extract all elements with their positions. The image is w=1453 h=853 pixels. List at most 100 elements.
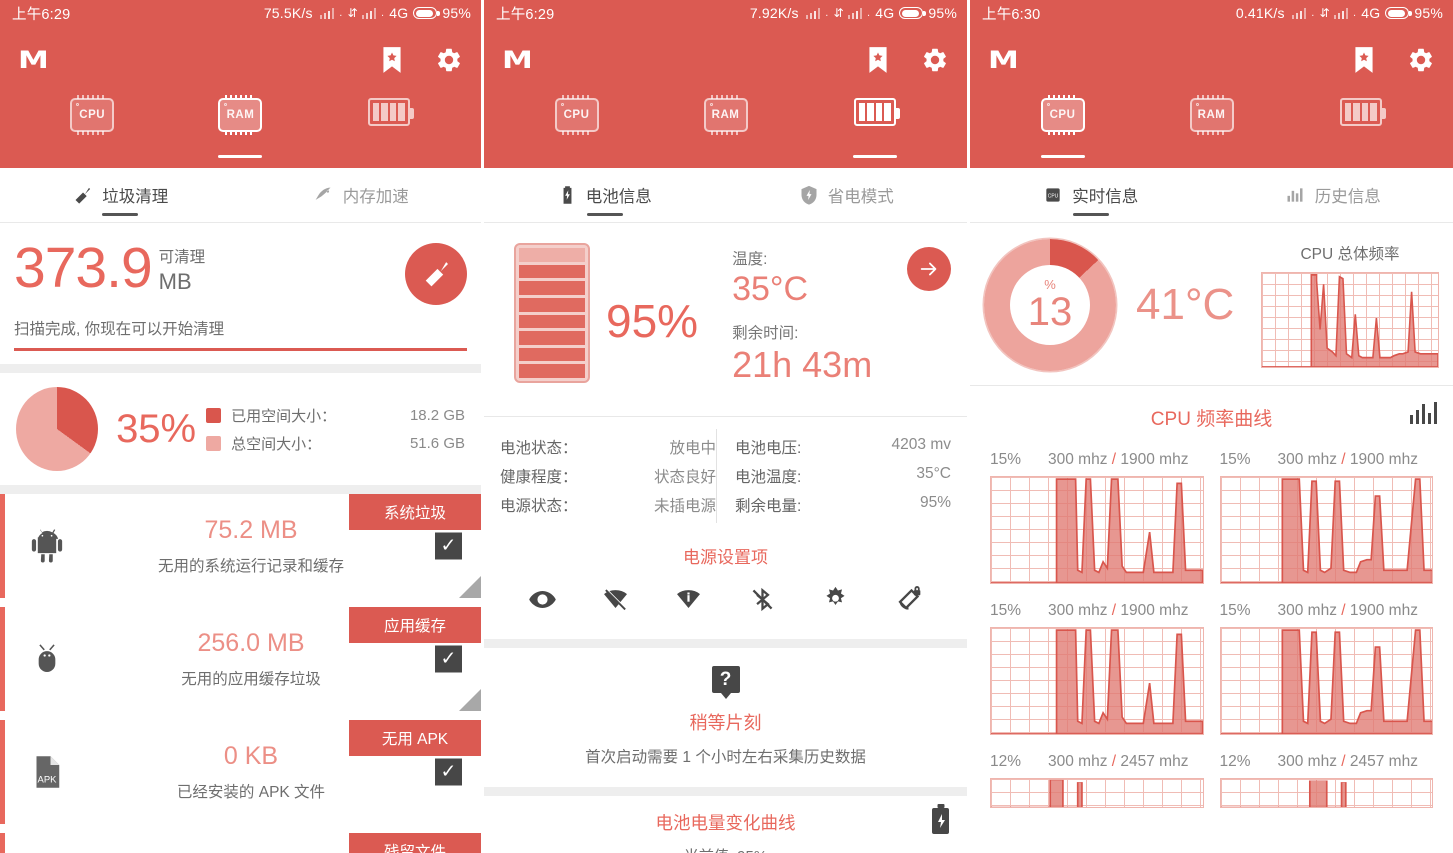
- status-network-speed: 75.5K/s: [263, 5, 313, 21]
- list-item[interactable]: 256.0 MB 无用的应用缓存垃圾 应用缓存 ✓: [0, 607, 481, 711]
- gear-icon[interactable]: [435, 46, 463, 74]
- arrow-right-icon: [920, 262, 937, 276]
- cpu-chip-icon: CPU: [1046, 188, 1060, 202]
- junk-size: 0 KB: [223, 742, 279, 770]
- list-item[interactable]: 75.2 MB 无用的系统运行记录和缓存 系统垃圾 ✓: [0, 494, 481, 598]
- expand-corner-icon[interactable]: [459, 689, 481, 711]
- signal-bars-2-icon: [361, 7, 377, 19]
- status-bar: 上午6:30 0.41K/s . ⇵ . 4G 95%: [970, 0, 1453, 26]
- wifi-info-icon[interactable]: [674, 585, 703, 619]
- tab-memory-boost[interactable]: 内存加速: [241, 168, 482, 222]
- power-settings-row: [484, 568, 967, 639]
- rotation-lock-icon[interactable]: [894, 585, 923, 619]
- dot-separator-2-icon: .: [381, 7, 385, 19]
- wait-subtitle: 首次启动需要 1 个小时左右采集历史数据: [585, 749, 866, 766]
- legend-swatch: [206, 435, 222, 451]
- remaining-value: 21h 43m: [732, 344, 873, 385]
- junk-category-badge: 无用 APK: [349, 720, 481, 756]
- tab-history-info[interactable]: 历史信息: [1212, 168, 1453, 222]
- cleanable-summary-card: 373.9 可清理 MB 扫描完成, 你现在可以开始清理: [0, 223, 481, 351]
- status-bar: 上午6:29 75.5K/s . ⇵ . 4G 95%: [0, 0, 481, 26]
- eye-icon[interactable]: [528, 585, 557, 619]
- cleanable-unit: MB: [158, 269, 192, 294]
- detail-value: 4203 mv: [891, 436, 951, 453]
- signal-bars-icon: [319, 7, 335, 19]
- tab-realtime-info[interactable]: CPU 实时信息: [970, 168, 1212, 222]
- core-chart: [990, 476, 1204, 584]
- segment-battery[interactable]: [315, 94, 463, 168]
- wifi-off-icon[interactable]: [601, 585, 630, 619]
- segment-ram[interactable]: RAM: [166, 94, 314, 168]
- segment-cpu[interactable]: CPU: [18, 94, 166, 168]
- question-tooltip-icon: ?: [711, 666, 740, 693]
- signal-bars-icon: [805, 7, 821, 19]
- cpu-chip-icon: CPU: [70, 95, 115, 135]
- cpu-core-card: 12% 300 mhz / 2457 mhz: [1212, 745, 1442, 818]
- cpu-overall-freq-chart: [1261, 272, 1439, 368]
- segment-battery[interactable]: [800, 94, 949, 168]
- details-arrow-button[interactable]: [907, 247, 951, 291]
- cpu-summary-card: % 13 41°C CPU 总体频率: [970, 223, 1453, 385]
- bar-chart-icon[interactable]: [1409, 402, 1437, 424]
- ram-chip-icon: RAM: [218, 95, 263, 135]
- battery-curve-current: 当前值: 95%: [500, 845, 951, 853]
- status-network-speed: 0.41K/s: [1235, 5, 1285, 21]
- detail-label: 电池温度:: [735, 469, 802, 486]
- tab-label: 实时信息: [1072, 188, 1139, 206]
- status-network-type: 4G: [875, 5, 895, 21]
- junk-size: 75.2 MB: [204, 516, 298, 544]
- detail-value: 未插电源: [653, 498, 716, 515]
- start-clean-button[interactable]: [405, 243, 467, 305]
- detail-value: 35°C: [916, 465, 951, 482]
- segment-ram[interactable]: RAM: [1137, 94, 1286, 168]
- bookmark-icon[interactable]: [379, 45, 405, 75]
- status-network-speed: 7.92K/s: [749, 5, 799, 21]
- data-transfer-icon: ⇵: [347, 6, 357, 20]
- detail-row: 健康程度： 状态良好: [500, 465, 716, 487]
- brightness-icon[interactable]: [821, 585, 850, 619]
- legend-row: 已用空间大小： 18.2 GB: [206, 405, 465, 426]
- detail-label: 剩余电量:: [735, 498, 802, 515]
- dot-separator-icon: .: [825, 7, 829, 19]
- divider: [0, 485, 481, 494]
- expand-corner-icon[interactable]: [459, 576, 481, 598]
- storage-legend: 已用空间大小： 18.2 GB 总空间大小： 51.6 GB: [206, 398, 465, 461]
- junk-desc: 无用的系统运行记录和缓存: [157, 558, 344, 575]
- list-item[interactable]: 219.7 KB 资源 残留文件: [0, 833, 481, 853]
- battery-level-graphic: [514, 243, 590, 383]
- detail-value: 95%: [919, 494, 951, 511]
- junk-size: 256.0 MB: [197, 629, 305, 657]
- junk-checkbox[interactable]: ✓: [435, 645, 462, 673]
- tab-label: 电池信息: [585, 188, 652, 206]
- core-chart: [990, 778, 1204, 808]
- tab-junk-cleanup[interactable]: 垃圾清理: [0, 168, 241, 222]
- cpu-core-card: 12% 300 mhz / 2457 mhz: [982, 745, 1212, 818]
- segment-cpu[interactable]: CPU: [502, 94, 651, 168]
- legend-label: 已用空间大小：: [231, 407, 337, 425]
- status-time: 上午6:29: [496, 6, 555, 23]
- segment-cpu[interactable]: CPU: [988, 94, 1137, 168]
- scan-status-text: 扫描完成, 你现在可以开始清理: [14, 321, 225, 338]
- gear-icon[interactable]: [921, 46, 949, 74]
- detail-label: 电池电压:: [735, 440, 802, 457]
- status-battery-icon: [1385, 7, 1412, 19]
- gear-icon[interactable]: [1407, 46, 1435, 74]
- junk-checkbox[interactable]: ✓: [435, 532, 462, 560]
- apk-file-icon: APK: [13, 751, 81, 793]
- signal-bars-2-icon: [847, 7, 863, 19]
- segment-battery[interactable]: [1286, 94, 1435, 168]
- sub-tab-bar: 垃圾清理 内存加速: [0, 168, 481, 223]
- dot-separator-2-icon: .: [867, 7, 871, 19]
- junk-checkbox[interactable]: ✓: [435, 758, 462, 786]
- bluetooth-off-icon[interactable]: [748, 585, 777, 619]
- panel-battery-info: 上午6:29 7.92K/s . ⇵ . 4G 95% M CPU RAM 电池…: [484, 0, 970, 853]
- tab-power-saving[interactable]: 省电模式: [726, 168, 968, 222]
- list-item[interactable]: APK 0 KB 已经安装的 APK 文件 无用 APK ✓: [0, 720, 481, 824]
- tab-battery-info[interactable]: 电池信息: [484, 168, 726, 222]
- bookmark-icon[interactable]: [1351, 45, 1377, 75]
- segment-ram[interactable]: RAM: [651, 94, 800, 168]
- core-chart: [1219, 627, 1433, 735]
- bookmark-icon[interactable]: [865, 45, 891, 75]
- bar-chart-icon: [1287, 188, 1303, 202]
- divider: [484, 787, 967, 796]
